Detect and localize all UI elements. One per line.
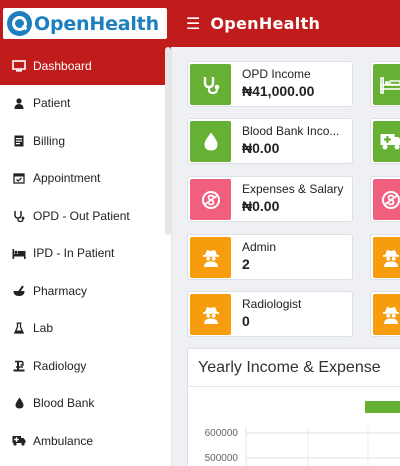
user-secret-icon xyxy=(190,294,231,335)
sidebar-item-dashboard[interactable]: Dashboard xyxy=(0,47,171,85)
logo-text: OpenHealth xyxy=(34,12,159,35)
stethoscope-icon xyxy=(190,64,231,105)
monitor-icon xyxy=(12,59,26,72)
y-tick-label: 500000 xyxy=(205,453,239,464)
ambulance-icon xyxy=(373,121,400,162)
flask-icon xyxy=(12,322,26,334)
top-navbar: ☰ OpenHealth xyxy=(172,0,400,47)
card-role-2[interactable] xyxy=(370,234,400,280)
sidebar-item-blood-bank[interactable]: Blood Bank xyxy=(0,385,171,423)
menu-toggle-icon[interactable]: ☰ xyxy=(186,14,200,34)
sidebar: Dashboard Patient Billing Appointment OP… xyxy=(0,47,172,466)
card-opd-income[interactable]: OPD Income ₦41,000.00 xyxy=(187,61,353,107)
sidebar-item-label: Lab xyxy=(33,321,54,336)
sidebar-item-ipd[interactable]: IPD - In Patient xyxy=(0,235,171,273)
yearly-income-expense-panel: Yearly Income & Expense 600000 500000 xyxy=(187,348,400,466)
card-value: 2 xyxy=(242,256,250,272)
sidebar-item-label: Pharmacy xyxy=(33,283,88,298)
logo-area[interactable]: OpenHealth xyxy=(0,0,172,47)
user-secret-icon xyxy=(190,237,231,278)
calendar-check-icon xyxy=(12,172,26,184)
sidebar-item-lab[interactable]: Lab xyxy=(0,310,171,348)
card-value: ₦0.00 xyxy=(242,140,280,156)
user-icon xyxy=(12,98,26,109)
sidebar-scrollbar[interactable] xyxy=(165,47,171,235)
sidebar-item-opd[interactable]: OPD - Out Patient xyxy=(0,197,171,235)
sidebar-item-label: Dashboard xyxy=(33,58,92,73)
sidebar-item-label: Blood Bank xyxy=(33,396,95,411)
money-icon xyxy=(190,179,231,220)
sidebar-item-label: Ambulance xyxy=(33,433,94,448)
card-blood-bank-income[interactable]: Blood Bank Inco... ₦0.00 xyxy=(187,118,353,164)
logo[interactable]: OpenHealth xyxy=(3,8,167,39)
sidebar-item-label: Patient xyxy=(33,96,71,111)
card-label: Expenses & Salary xyxy=(242,182,344,196)
invoice-icon xyxy=(12,135,26,147)
card-expenses-2[interactable] xyxy=(370,176,400,222)
yearly-income-expense-chart: 600000 500000 xyxy=(205,401,400,466)
sidebar-item-radiology[interactable]: Radiology xyxy=(0,347,171,385)
sidebar-item-patient[interactable]: Patient xyxy=(0,85,171,123)
bed-icon xyxy=(373,64,400,105)
mortar-pestle-icon xyxy=(12,285,26,297)
y-tick-label: 600000 xyxy=(205,428,239,439)
card-label: Blood Bank Inco... xyxy=(242,124,340,138)
sidebar-item-label: Billing xyxy=(33,133,66,148)
user-secret-icon xyxy=(373,237,400,278)
card-label: OPD Income xyxy=(242,67,311,81)
sidebar-item-ambulance[interactable]: Ambulance xyxy=(0,422,171,460)
ambulance-icon xyxy=(12,435,26,446)
sidebar-item-label: Radiology xyxy=(33,358,87,373)
logo-mark-icon xyxy=(7,11,32,36)
sidebar-item-pharmacy[interactable]: Pharmacy xyxy=(0,272,171,310)
card-value: ₦0.00 xyxy=(242,198,280,214)
card-expenses-salary[interactable]: Expenses & Salary ₦0.00 xyxy=(187,176,353,222)
card-radiologist[interactable]: Radiologist 0 xyxy=(187,291,353,337)
card-label: Admin xyxy=(242,240,277,254)
card-ambulance-income[interactable] xyxy=(370,118,400,164)
app-title: OpenHealth xyxy=(210,14,321,33)
card-value: ₦41,000.00 xyxy=(242,83,315,99)
money-icon xyxy=(373,179,400,220)
sidebar-item-label: Appointment xyxy=(33,171,101,186)
card-ipd-income[interactable] xyxy=(370,61,400,107)
card-role-3[interactable] xyxy=(370,291,400,337)
blood-drop-icon xyxy=(12,397,26,409)
sidebar-item-billing[interactable]: Billing xyxy=(0,122,171,160)
sidebar-item-appointment[interactable]: Appointment xyxy=(0,160,171,198)
sidebar-item-label: OPD - Out Patient xyxy=(33,208,130,223)
card-label: Radiologist xyxy=(242,297,302,311)
card-value: 0 xyxy=(242,313,250,329)
panel-title: Yearly Income & Expense xyxy=(198,359,381,376)
stethoscope-icon xyxy=(12,210,26,222)
legend-swatch xyxy=(365,401,400,413)
card-admin[interactable]: Admin 2 xyxy=(187,234,353,280)
user-secret-icon xyxy=(373,294,400,335)
radiation-icon xyxy=(12,360,26,372)
sidebar-item-label: IPD - In Patient xyxy=(33,246,115,261)
bed-icon xyxy=(12,248,26,259)
blood-drop-icon xyxy=(190,121,231,162)
